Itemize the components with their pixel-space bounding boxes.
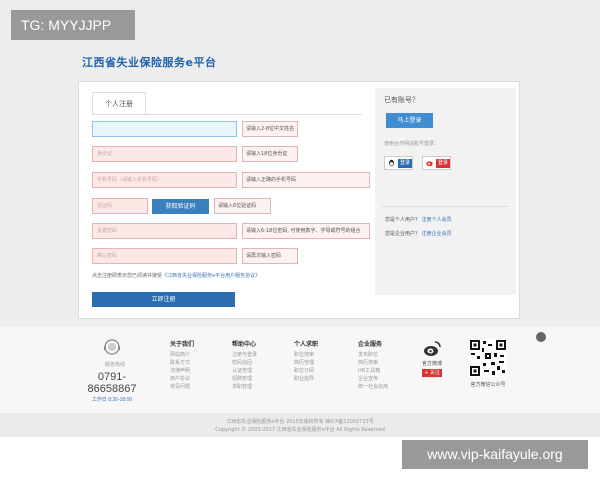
tab-divider xyxy=(92,114,362,115)
password-hint: 请输入6-18位密码, 可使用数字、字母或符号的组合 xyxy=(242,223,370,239)
footer-link[interactable]: 注册与登录 xyxy=(232,351,284,359)
personal-question: 您是个人用户？ xyxy=(385,217,421,223)
id-card-input[interactable]: 身份证 xyxy=(92,146,237,162)
name-hint: 请输入2-8位中文姓名 xyxy=(242,121,298,137)
footer-col-title: 个人求职 xyxy=(294,341,319,348)
qq-login-button[interactable]: 登录 xyxy=(384,156,413,170)
personal-register-row: 您是个人用户？ 注册个人会员 xyxy=(385,216,452,223)
get-code-button[interactable]: 获取验证码 xyxy=(152,199,209,214)
confirm-password-hint: 请再次输入密码 xyxy=(242,248,298,264)
footer-bottom-bar xyxy=(0,413,600,437)
register-personal-link[interactable]: 注册个人会员 xyxy=(422,217,452,223)
customer-service-icon xyxy=(104,339,120,355)
logo-text: 江西省失业保险服务e平台 xyxy=(82,56,217,69)
weibo-login-label: 登录 xyxy=(436,159,451,168)
watermark-bottom-right: www.vip-kaifayule.org xyxy=(402,440,588,469)
register-button[interactable]: 立即注册 xyxy=(92,292,235,307)
watermark-top-left: TG: MYYJJPP xyxy=(11,10,135,40)
wechat-qr-code xyxy=(469,339,507,377)
agreement-link[interactable]: 《江西省失业保险服务e平台用户服务协议》 xyxy=(162,273,260,279)
footer-link[interactable]: 招聘管理 xyxy=(232,375,284,383)
footer-col-title: 企业服务 xyxy=(358,341,383,348)
qq-icon xyxy=(389,159,394,166)
footer-link[interactable]: 发布职位 xyxy=(358,351,410,359)
footer-link[interactable]: 求职管理 xyxy=(232,383,284,391)
code-hint: 请输入6位验证码 xyxy=(214,198,271,214)
footer-link[interactable]: 职业指导 xyxy=(294,375,346,383)
weibo-title: 官方微博 xyxy=(421,361,442,367)
code-input[interactable]: 验证码 xyxy=(92,198,148,214)
footer-link[interactable]: 用户协议 xyxy=(170,375,222,383)
password-input[interactable]: 设置密码 xyxy=(92,223,237,239)
footer-link[interactable]: 职位搜索 xyxy=(294,351,346,359)
icp-text: 江西省失业保险服务e平台 2015年版权所有 赣ICP备12002733号 xyxy=(226,419,374,425)
login-button[interactable]: 马上登录 xyxy=(386,113,433,128)
site-logo[interactable]: 江西省失业保险服务e平台 xyxy=(82,54,242,74)
clock-icon xyxy=(536,332,546,342)
footer-link[interactable]: 联系方式 xyxy=(170,359,222,367)
side-divider xyxy=(382,206,508,207)
footer-col-title: 帮助中心 xyxy=(232,341,257,348)
copyright-text: Copyright © 2003-2017 江西省失业保险服务e平台 All R… xyxy=(215,427,385,433)
phone-hint: 请输入正确的手机号码 xyxy=(242,172,370,188)
company-register-row: 您是企业用户？ 注册企业会员 xyxy=(385,230,452,237)
id-card-hint: 请输入18位身份证 xyxy=(242,146,298,162)
wechat-title: 官方微信公众号 xyxy=(470,382,506,388)
footer-col-enterprise: 企业服务 发布职位 简历搜索 HR工具箱 企业宣传 统一社会信用 xyxy=(358,339,410,391)
footer-link[interactable]: 网站简介 xyxy=(170,351,222,359)
agreement-text: 点击注册即表示您已阅读并接受 xyxy=(92,273,163,279)
name-input[interactable] xyxy=(92,121,237,137)
weibo-login-button[interactable]: 登录 xyxy=(422,156,451,170)
company-question: 您是企业用户？ xyxy=(385,231,421,237)
footer-col-help: 帮助中心 注册与登录 密码找回 认证管理 招聘管理 求职管理 xyxy=(232,339,284,391)
footer-link[interactable]: HR工具箱 xyxy=(358,367,410,375)
footer-link[interactable]: 密码找回 xyxy=(232,359,284,367)
footer-link[interactable]: 常见问题 xyxy=(170,383,222,391)
tab-personal-register[interactable]: 个人注册 xyxy=(92,92,146,116)
has-account-label: 已有账号？ xyxy=(384,96,419,104)
weibo-small-icon xyxy=(426,160,433,166)
weibo-icon[interactable] xyxy=(423,340,441,357)
footer-link[interactable]: 统一社会信用 xyxy=(358,383,410,391)
footer-col-title: 关于我们 xyxy=(170,341,195,348)
footer-link[interactable]: 简历搜索 xyxy=(358,359,410,367)
footer-link[interactable]: 认证管理 xyxy=(232,367,284,375)
hotline-label: 服务热线 xyxy=(104,362,125,368)
register-company-link[interactable]: 注册企业会员 xyxy=(422,231,452,237)
footer-link[interactable]: 职位订阅 xyxy=(294,367,346,375)
phone-input[interactable]: 手机号码（请输入手机号码） xyxy=(92,172,237,188)
qq-login-label: 登录 xyxy=(398,159,413,168)
hotline-number: 0791-86658867 xyxy=(87,371,137,395)
footer-link[interactable]: 企业宣传 xyxy=(358,375,410,383)
confirm-password-input[interactable]: 确认密码 xyxy=(92,248,237,264)
weibo-follow-button[interactable]: + 关注 xyxy=(422,369,442,377)
footer-col-jobseeker: 个人求职 职位搜索 简历管理 职位订阅 职业指导 xyxy=(294,339,346,383)
footer-link[interactable]: 法律声明 xyxy=(170,367,222,375)
footer-col-about: 关于我们 网站简介 联系方式 法律声明 用户协议 常见问题 xyxy=(170,339,222,391)
work-hours: 工作日 8:30-18:00 xyxy=(91,397,133,403)
partner-login-label: 使用合作网站账号登录： xyxy=(384,141,440,147)
footer-link[interactable]: 简历管理 xyxy=(294,359,346,367)
agreement-line: 点击注册即表示您已阅读并接受《江西省失业保险服务e平台用户服务协议》 xyxy=(92,272,260,279)
